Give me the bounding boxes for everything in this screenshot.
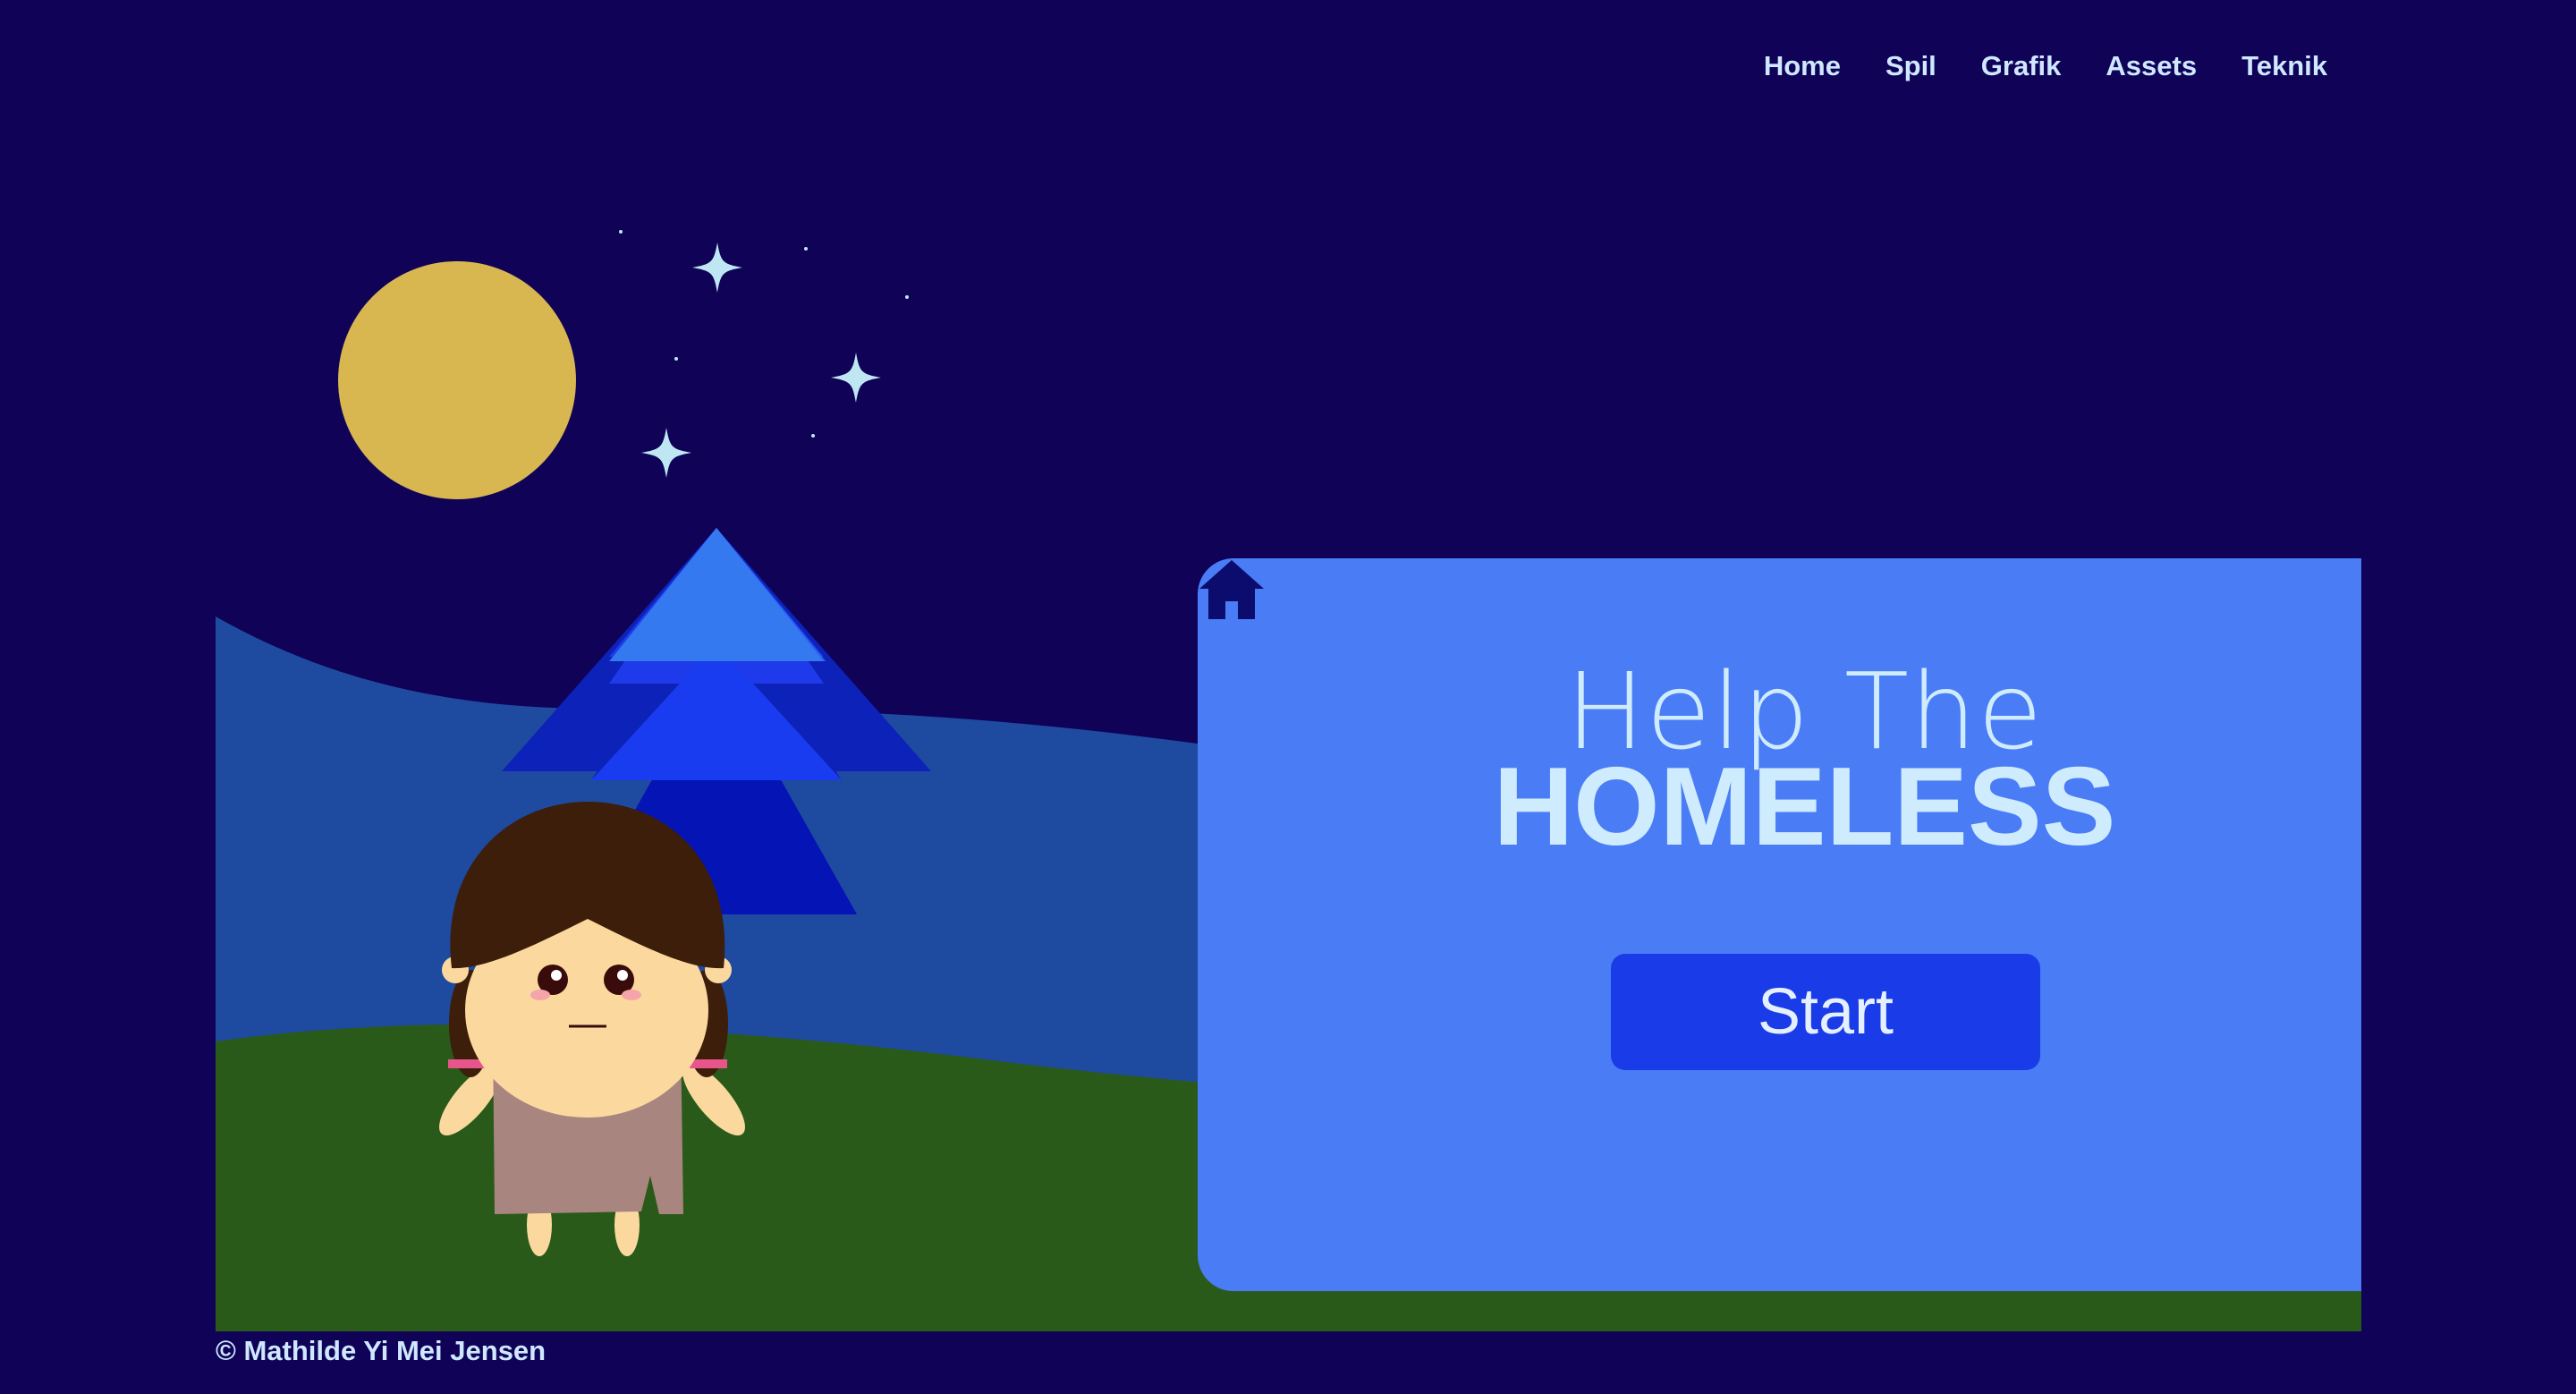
nav-home-link[interactable]: Home (1764, 50, 1841, 82)
game-menu-panel: Help The HOMELESS Start (1198, 558, 2361, 1291)
nav-spil-link[interactable]: Spil (1885, 50, 1936, 82)
house-icon[interactable] (1198, 558, 1266, 621)
start-button[interactable]: Start (1611, 954, 2040, 1070)
game-scene: Help The HOMELESS Start (216, 129, 2361, 1331)
game-title-line2: HOMELESS (1493, 745, 2116, 869)
footer-copyright: © Mathilde Yi Mei Jensen (216, 1335, 547, 1366)
start-button-label: Start (1757, 976, 1894, 1048)
nav-teknik-link[interactable]: Teknik (2241, 50, 2327, 82)
stars-decoration (619, 230, 909, 478)
moon-illustration (338, 261, 576, 499)
nav-grafik-link[interactable]: Grafik (1981, 50, 2062, 82)
top-navigation: Home Spil Grafik Assets Teknik (1764, 50, 2327, 82)
nav-assets-link[interactable]: Assets (2106, 50, 2197, 82)
